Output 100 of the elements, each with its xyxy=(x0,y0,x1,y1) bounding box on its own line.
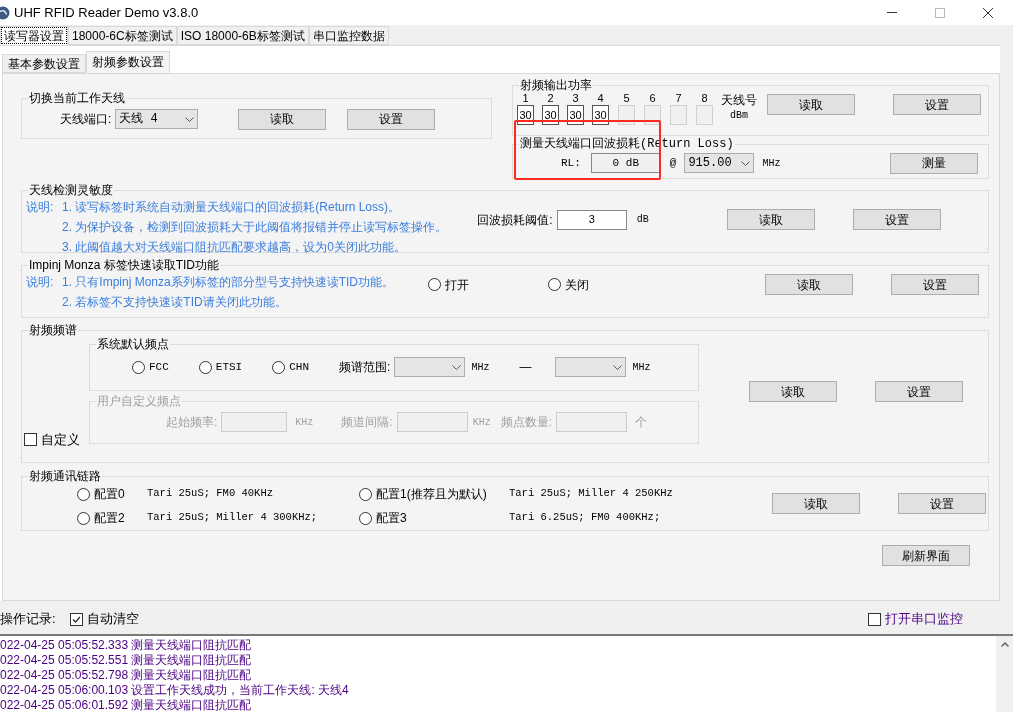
port-number: 6 xyxy=(649,92,656,105)
log-entry: 022-04-25 05:06:01.592 测量天线端口阻抗匹配 xyxy=(0,698,253,712)
action-button[interactable]: 读取 xyxy=(238,108,327,130)
maximize-icon[interactable] xyxy=(935,7,945,18)
scrollbar[interactable] xyxy=(996,636,1013,712)
action-button[interactable]: 刷新界面 xyxy=(882,545,970,566)
action-button[interactable]: 设置 xyxy=(891,274,980,295)
note-text: 3. 此阈值越大对天线端口阻抗匹配要求越高，设为0关闭此功能。 xyxy=(62,239,407,256)
group-title: 天线检测灵敏度 xyxy=(28,183,114,197)
radio-button[interactable]: FCC xyxy=(132,358,169,376)
field-label: 起始频率: xyxy=(166,414,218,431)
action-button[interactable]: 设置 xyxy=(893,94,981,115)
profile-detail: Tari 25uS; FM0 40KHz xyxy=(147,486,275,502)
field-label: 回波损耗阈值: xyxy=(477,211,553,229)
chevron-up-icon xyxy=(1000,642,1009,647)
group-title: Impinj Monza 标签快速读取TID功能 xyxy=(28,258,221,272)
radio-button[interactable]: 配置3 xyxy=(359,509,509,527)
log-entry: 022-04-25 05:05:52.551 测量天线端口阻抗匹配 xyxy=(0,653,253,668)
globe-icon xyxy=(0,5,10,20)
action-button[interactable]: 读取 xyxy=(767,94,855,115)
port-number: 3 xyxy=(572,92,579,105)
note-text: 2. 若标签不支持快速读TID请关闭此功能。 xyxy=(62,294,288,311)
unit-label: KHz xyxy=(472,415,491,430)
action-button[interactable]: 读取 xyxy=(726,209,815,230)
power-input[interactable] xyxy=(670,105,687,125)
radio-button[interactable]: 配置1(推荐且为默认) xyxy=(359,485,509,503)
tab[interactable]: 基本参数设置 xyxy=(2,54,86,73)
range-dash: — xyxy=(519,359,532,376)
dropdown[interactable]: 天线 4 xyxy=(115,109,199,129)
unit-label: dB xyxy=(636,213,649,227)
note-label: 说明: xyxy=(26,274,55,291)
tab[interactable]: 射频参数设置 xyxy=(86,51,170,73)
action-button[interactable]: 读取 xyxy=(765,274,854,295)
action-button[interactable]: 读取 xyxy=(749,381,837,402)
log-label: 操作记录: xyxy=(0,610,56,629)
dropdown[interactable] xyxy=(555,357,627,377)
note-label: 说明: xyxy=(26,199,55,216)
field-label: 频点数量: xyxy=(500,414,553,431)
action-button[interactable]: 设置 xyxy=(875,381,963,402)
field-label: 频谱范围: xyxy=(339,359,391,376)
action-button[interactable]: 设置 xyxy=(898,493,986,514)
unit-label: MHz xyxy=(471,360,490,375)
radio-button[interactable]: 配置0 xyxy=(77,485,147,503)
threshold-input[interactable]: 3 xyxy=(556,209,627,230)
field-label: 天线端口: xyxy=(60,111,112,128)
radio-button[interactable]: 关闭 xyxy=(548,275,590,294)
radio-button[interactable]: 配置2 xyxy=(77,509,147,527)
checkbox[interactable]: 打开串口监控 xyxy=(868,609,963,629)
reading-field: 0 dB xyxy=(590,153,661,173)
radio-button[interactable]: ETSI xyxy=(198,358,243,376)
action-button[interactable]: 测量 xyxy=(890,152,979,174)
tab[interactable]: 串口监控数据 xyxy=(308,26,389,45)
port-number: 7 xyxy=(675,92,682,105)
radio-button[interactable]: CHN xyxy=(272,358,310,376)
dropdown[interactable]: 915.00 xyxy=(684,153,755,173)
group-title: 用户自定义频点 xyxy=(96,394,182,408)
unit-label: 个 xyxy=(635,414,648,431)
window-title: UHF RFID Reader Demo v3.8.0 xyxy=(14,3,199,22)
tab[interactable]: ISO 18000-6B标签测试 xyxy=(176,26,309,45)
unit-label: KHz xyxy=(295,415,314,430)
chevron-down-icon xyxy=(452,364,462,370)
tab[interactable]: 18000-6C标签测试 xyxy=(68,26,177,45)
action-button[interactable]: 设置 xyxy=(852,209,941,230)
minimize-icon[interactable] xyxy=(887,12,897,13)
radio-button[interactable]: 打开 xyxy=(428,275,470,294)
at-sign: @ xyxy=(669,155,677,171)
chevron-down-icon xyxy=(613,364,623,370)
unit-label: MHz xyxy=(762,156,781,171)
unit-label: dBm xyxy=(730,109,748,123)
log-entry: 022-04-25 05:05:52.798 测量天线端口阻抗匹配 xyxy=(0,668,253,683)
tab[interactable]: 读写器设置 xyxy=(0,26,68,45)
group-title: 切换当前工作天线 xyxy=(28,91,126,105)
port-number: 1 xyxy=(522,92,529,105)
port-number: 8 xyxy=(701,92,708,105)
port-number: 2 xyxy=(547,92,554,105)
profile-detail: Tari 6.25uS; FM0 400KHz; xyxy=(509,510,662,526)
note-text: 2. 为保护设备，检测到回波损耗大于此阈值将报错并停止读写标签操作。 xyxy=(62,219,448,236)
field-label: 天线号 xyxy=(721,92,757,108)
checkbox[interactable]: 自定义 xyxy=(24,429,80,449)
close-icon[interactable] xyxy=(983,7,993,18)
chevron-down-icon xyxy=(741,160,751,166)
log-entry: 022-04-25 05:05:52.333 测量天线端口阻抗匹配 xyxy=(0,638,253,653)
group-title: 射频通讯链路 xyxy=(28,469,102,483)
field-label: 频道间隔: xyxy=(341,414,393,431)
port-number: 5 xyxy=(623,92,630,105)
note-text: 1. 只有Impinj Monza系列标签的部分型号支持快速读TID功能。 xyxy=(62,274,395,291)
field-label: RL: xyxy=(561,155,581,171)
group-title: 系统默认频点 xyxy=(96,337,170,351)
log-entry: 022-04-25 05:06:00.103 设置工作天线成功，当前工作天线: 天线4 xyxy=(0,683,350,698)
chevron-down-icon xyxy=(185,116,195,122)
group-title: 射频输出功率 xyxy=(519,78,593,92)
unit-label: MHz xyxy=(632,360,651,375)
dropdown[interactable] xyxy=(394,357,466,377)
power-input[interactable] xyxy=(696,105,713,125)
action-button[interactable]: 设置 xyxy=(347,108,436,130)
checkbox[interactable]: 自动清空 xyxy=(69,609,139,629)
action-button[interactable]: 读取 xyxy=(772,493,860,514)
profile-detail: Tari 25uS; Miller 4 250KHz xyxy=(509,486,674,502)
group-title: 射频频谱 xyxy=(28,323,78,337)
note-text: 1. 读写标签时系统自动测量天线端口的回波损耗(Return Loss)。 xyxy=(62,199,402,216)
